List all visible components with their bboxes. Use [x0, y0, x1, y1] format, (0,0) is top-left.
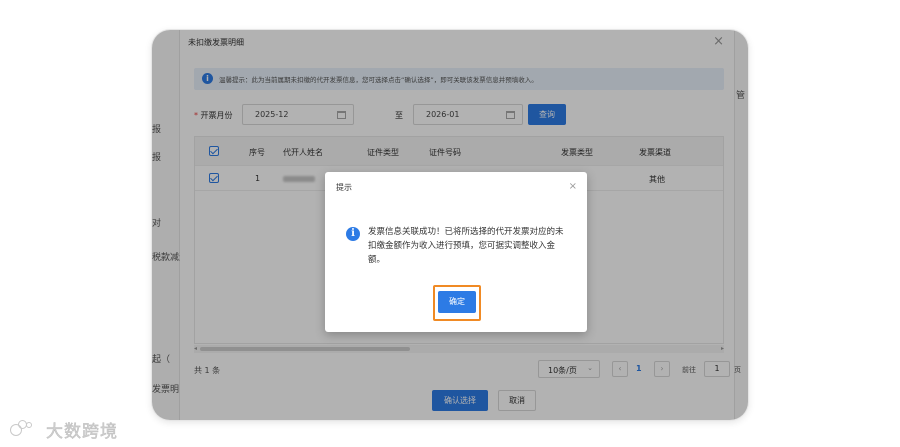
close-icon[interactable]: × — [569, 181, 577, 192]
screenshot-frame: 报 报 对 税款减退… 起（ 发票明 管 未扣缴发票明细 × i 温馨提示：此为… — [152, 30, 748, 420]
modal-title: 提示 — [336, 183, 352, 192]
watermark-logo-icon — [8, 418, 42, 440]
ok-button[interactable]: 确定 — [438, 291, 476, 313]
info-icon: i — [346, 227, 360, 241]
modal-message: 发票信息关联成功！已将所选择的代开发票对应的未扣缴金额作为收入进行预填，您可据实… — [368, 227, 564, 265]
success-prompt-modal: 提示 × i 发票信息关联成功！已将所选择的代开发票对应的未扣缴金额作为收入进行… — [325, 172, 587, 332]
watermark: 大数跨境 — [8, 417, 118, 442]
watermark-text: 大数跨境 — [46, 421, 118, 442]
